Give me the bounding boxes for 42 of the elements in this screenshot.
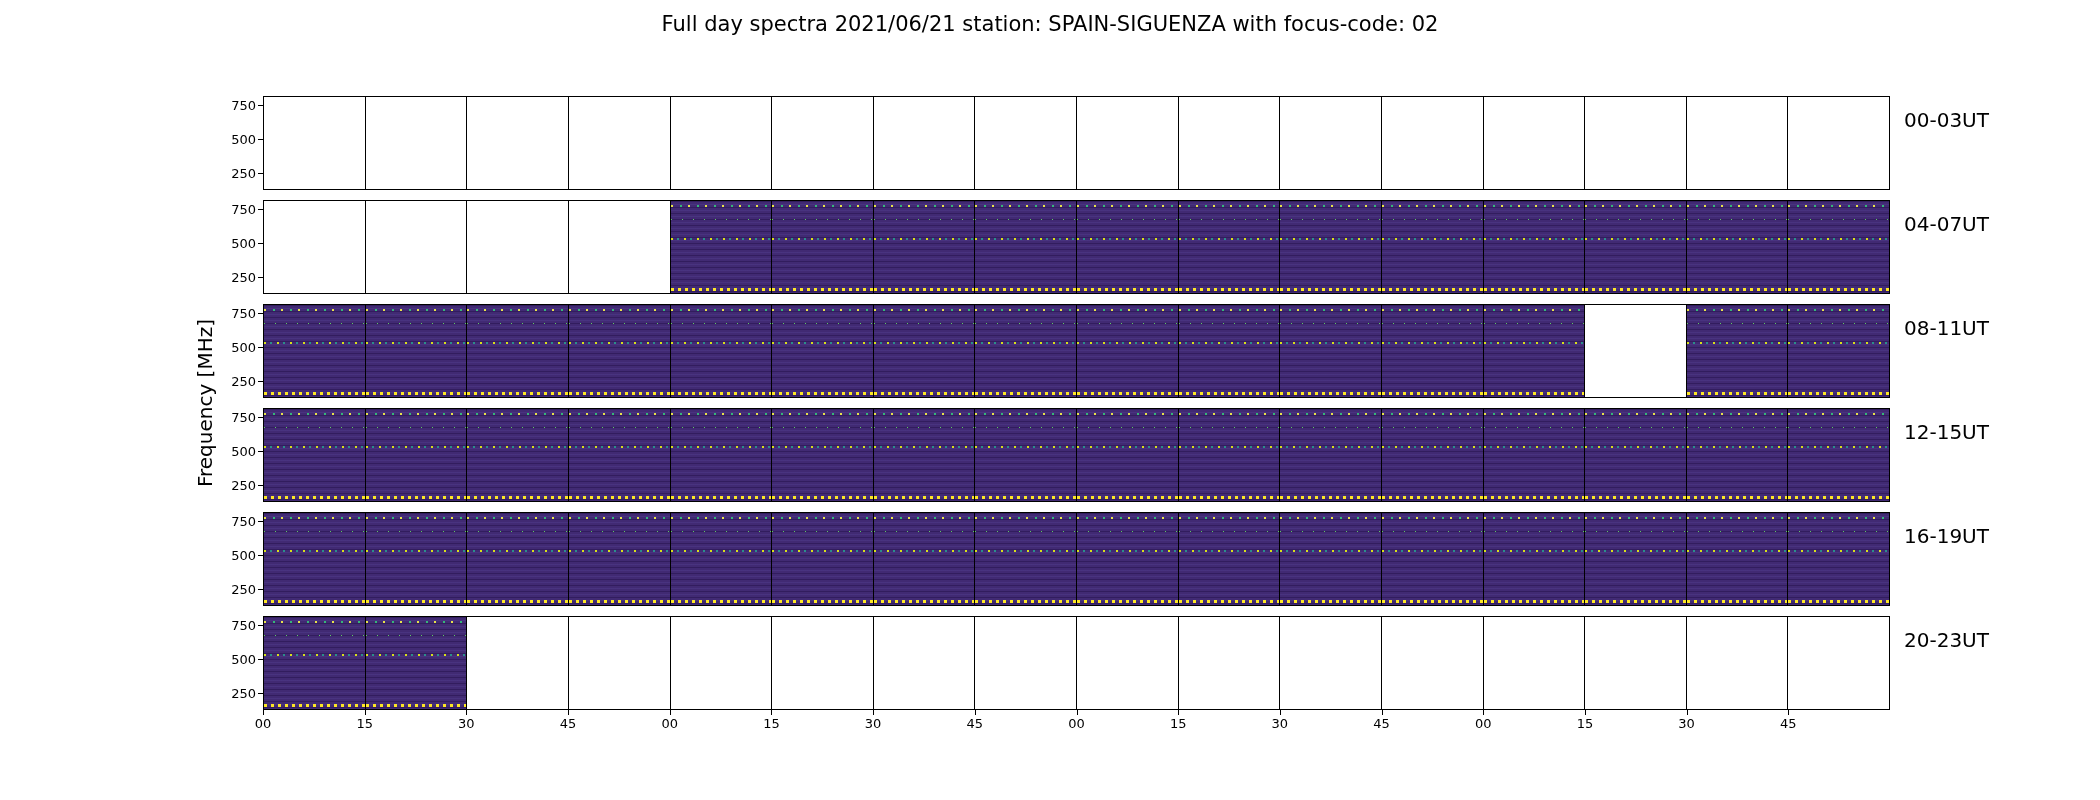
x-tick-label: 45 [1373, 717, 1390, 730]
x-tick-label: 15 [763, 717, 780, 730]
x-tick-label: 15 [356, 717, 373, 730]
y-tick-label: 250 [231, 686, 256, 699]
y-tick-label: 250 [231, 270, 256, 283]
y-tick-label: 750 [231, 202, 256, 216]
y-tick-label: 500 [231, 444, 256, 458]
y-tick-label: 500 [231, 548, 256, 562]
y-tick-label: 500 [231, 236, 256, 250]
x-tick-label: 00 [1068, 717, 1085, 730]
time-range-label: 12-15UT [1904, 420, 1989, 444]
y-tick-label: 500 [231, 132, 256, 146]
time-range-label: 16-19UT [1904, 524, 1989, 548]
x-tick-label: 30 [1271, 717, 1289, 730]
y-tick-label: 750 [231, 514, 256, 528]
time-range-label: 04-07UT [1904, 212, 1989, 236]
y-tick-label: 250 [231, 374, 256, 387]
y-tick-label: 500 [231, 652, 256, 666]
y-tick-label: 750 [231, 618, 256, 632]
x-tick-label: 45 [966, 717, 984, 730]
y-axis-label: Frequency [MHz] [193, 318, 217, 488]
figure-title: Full day spectra 2021/06/21 station: SPAIN-SIGUENZA with focus-code: 02 [660, 11, 1440, 38]
time-range-label: 00-03UT [1904, 108, 1989, 132]
x-tick-label: 15 [1576, 717, 1594, 730]
time-range-label: 08-11UT [1904, 316, 1989, 340]
y-tick-label: 250 [231, 478, 256, 491]
x-tick-label: 00 [254, 717, 272, 730]
y-tick-label: 750 [231, 306, 256, 320]
x-tick-label: 30 [458, 717, 475, 730]
y-tick-label: 250 [231, 582, 256, 595]
x-tick-label: 30 [864, 717, 882, 730]
x-tick-label: 00 [661, 717, 678, 730]
x-tick-label: 15 [1169, 717, 1187, 730]
x-tick-label: 45 [559, 717, 577, 730]
x-tick-label: 30 [1678, 717, 1695, 730]
x-tick-label: 00 [1475, 717, 1492, 730]
y-tick-label: 250 [231, 166, 256, 179]
x-tick-label: 45 [1780, 717, 1797, 730]
y-tick-label: 750 [231, 98, 256, 112]
time-range-label: 20-23UT [1904, 628, 1989, 652]
y-tick-label: 750 [231, 410, 256, 424]
y-tick-label: 500 [231, 340, 256, 354]
